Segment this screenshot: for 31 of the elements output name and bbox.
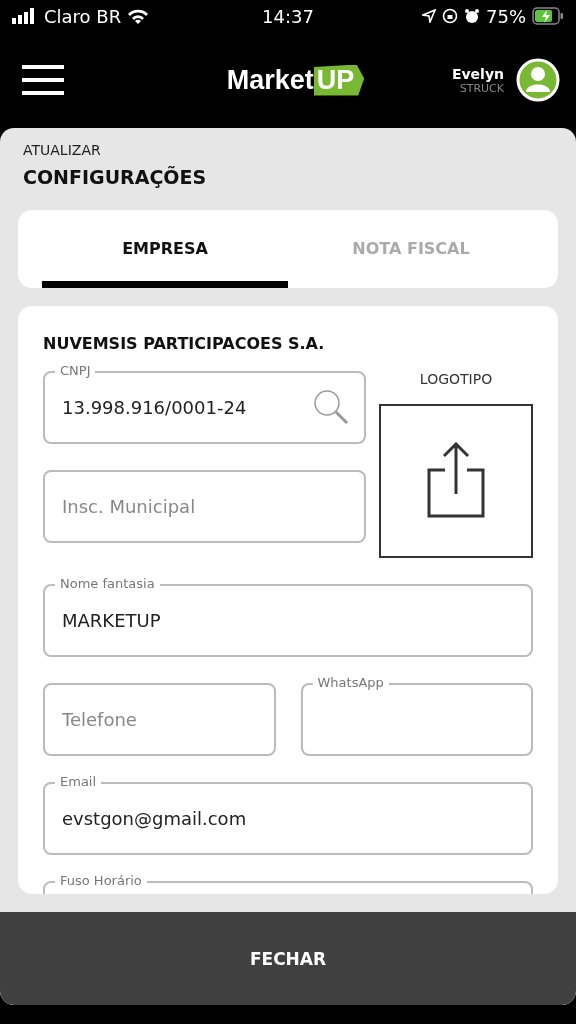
rotation-lock-icon: [442, 8, 458, 24]
company-name: NUVEMSIS PARTICIPACOES S.A.: [43, 334, 326, 353]
battery-percent: 75%: [486, 5, 526, 27]
logo-upload-button[interactable]: [379, 404, 533, 558]
field-label: CNPJ: [55, 363, 96, 378]
location-icon: [422, 9, 436, 23]
input-field[interactable]: Telefone: [43, 683, 276, 756]
brand-logo-badge: UP: [313, 64, 365, 96]
brand-logo-text: Market: [226, 64, 314, 96]
avatar-icon[interactable]: [516, 58, 560, 102]
field-label: Email: [55, 774, 102, 789]
alarm-icon: [464, 8, 480, 24]
carrier-name: Claro BR: [44, 5, 122, 27]
tab[interactable]: EMPRESA: [42, 210, 288, 288]
close-button[interactable]: FECHAR: [0, 912, 576, 1005]
menu-icon: [22, 65, 64, 95]
input-field[interactable]: Insc. Municipal: [43, 470, 366, 543]
clock-time: 14:37: [262, 5, 314, 27]
user-surname: STRUCK: [459, 81, 504, 95]
upload-icon: [427, 442, 485, 520]
page-overline: ATUALIZAR: [22, 142, 102, 158]
logo-label: LOGOTIPO: [419, 371, 493, 389]
field-label: Nome fantasia: [55, 576, 160, 591]
wifi-icon: [127, 8, 150, 24]
search-icon[interactable]: [312, 388, 350, 426]
user-name: Evelyn: [451, 65, 504, 82]
field-label: WhatsApp: [312, 675, 389, 690]
menu-button[interactable]: [22, 65, 64, 95]
battery-icon: [532, 7, 564, 25]
page-title: CONFIGURAÇÕES: [22, 166, 208, 188]
field-label: Fuso Horário: [55, 873, 147, 888]
